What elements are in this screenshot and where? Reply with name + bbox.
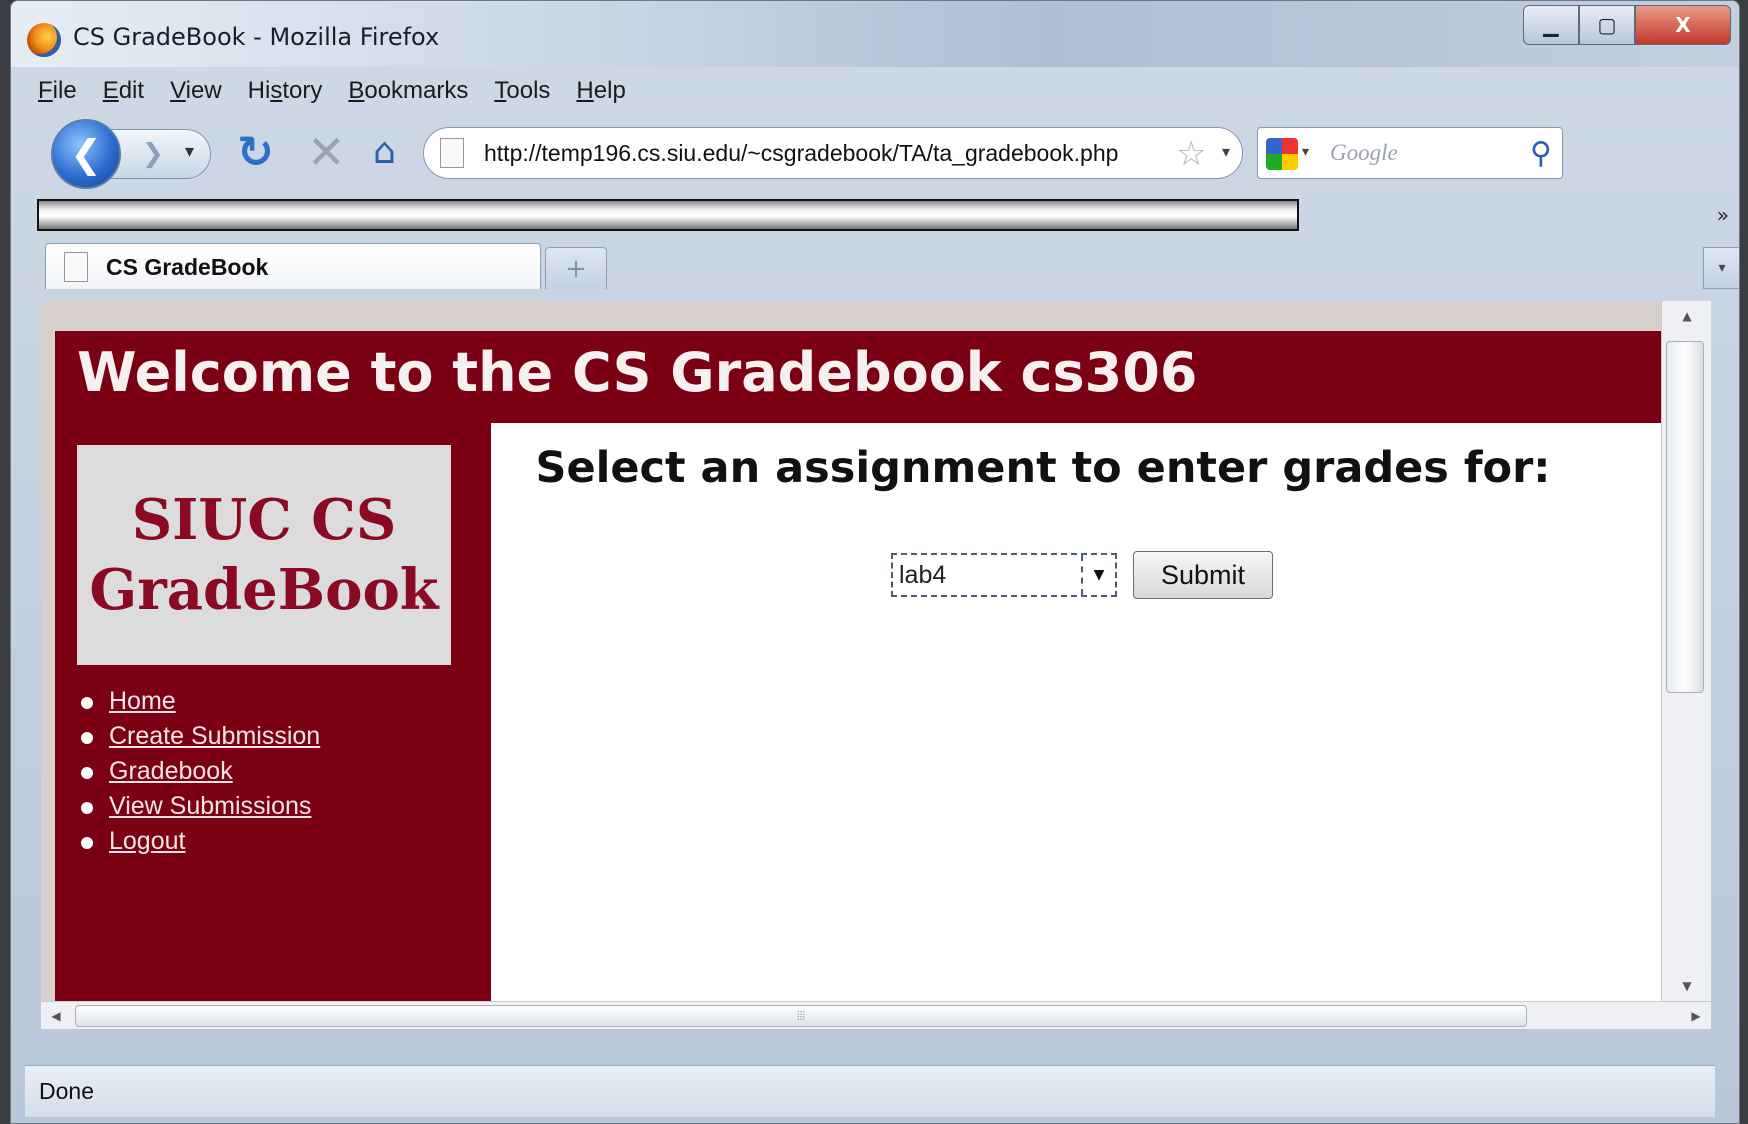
menu-history-accel: s <box>270 77 283 104</box>
bookmarks-toolbar: » <box>25 197 1739 237</box>
assignment-heading: Select an assignment to enter grades for… <box>535 443 1551 493</box>
menu-bookmarks[interactable]: Bookmarks <box>335 73 481 117</box>
nav-link-logout[interactable]: Logout <box>109 827 185 855</box>
horizontal-scrollbar[interactable]: ◀ ⦙⦙⦙ ▶ <box>41 1001 1711 1029</box>
forward-button[interactable]: ❯ <box>111 129 211 179</box>
tab-strip: CS GradeBook + ▾ <box>25 241 1739 289</box>
logo-line-1: SIUC CS <box>131 487 397 553</box>
minimize-button[interactable]: ▁ <box>1523 5 1579 45</box>
menu-file-accel: F <box>38 77 53 104</box>
menu-help-accel: H <box>576 77 594 104</box>
back-button[interactable]: ❮ <box>51 119 121 189</box>
menu-file[interactable]: File <box>25 73 90 117</box>
nav-link-create-submission[interactable]: Create Submission <box>109 722 320 750</box>
window-title: CS GradeBook - Mozilla Firefox <box>73 23 440 51</box>
submit-button[interactable]: Submit <box>1133 551 1273 599</box>
sidebar: SIUC CS GradeBook Home Create Submission… <box>55 423 491 1029</box>
nav-link-view-submissions[interactable]: View Submissions <box>109 792 311 820</box>
tab-list-button[interactable]: ▾ <box>1703 247 1739 289</box>
assignment-select[interactable]: lab4 ▼ <box>891 553 1117 597</box>
page-header: Welcome to the CS Gradebook cs306 <box>55 331 1701 423</box>
page-title: Welcome to the CS Gradebook cs306 <box>77 341 1198 404</box>
google-icon[interactable] <box>1266 138 1298 170</box>
menu-bookmarks-label: ookmarks <box>364 77 469 104</box>
menu-history[interactable]: History <box>235 73 336 117</box>
stop-icon[interactable]: ✕ <box>307 125 346 179</box>
status-text: Done <box>39 1078 94 1104</box>
menu-file-label: ile <box>52 77 77 104</box>
nav-link-gradebook[interactable]: Gradebook <box>109 757 233 785</box>
search-engine-dropdown-icon[interactable]: ▾ <box>1302 144 1309 160</box>
sidebar-item-home: Home <box>79 687 320 722</box>
menu-history-label: tory <box>282 77 323 104</box>
redacted-bookmarks <box>37 199 1299 231</box>
address-bar[interactable]: http://temp196.cs.siu.edu/~csgradebook/T… <box>423 127 1243 179</box>
bookmarks-overflow-icon[interactable]: » <box>1717 203 1729 227</box>
assignment-select-value: lab4 <box>899 561 947 589</box>
search-bar[interactable]: ▾ Google ⚲ <box>1257 127 1563 179</box>
sidebar-item-logout: Logout <box>79 827 320 862</box>
home-icon[interactable]: ⌂ <box>373 131 396 172</box>
menu-tools[interactable]: Tools <box>481 73 563 117</box>
page-viewport: Welcome to the CS Gradebook cs306 SIUC C… <box>41 301 1711 1029</box>
search-icon[interactable]: ⚲ <box>1530 136 1552 171</box>
menu-bookmarks-accel: B <box>348 77 365 104</box>
menu-edit[interactable]: Edit <box>90 73 157 117</box>
window-controls: ▁ ▢ X <box>1523 5 1731 45</box>
chevron-down-icon[interactable]: ▼ <box>1081 555 1115 595</box>
menu-tools-label: ools <box>506 77 551 104</box>
sidebar-item-view-submissions: View Submissions <box>79 792 320 827</box>
sidebar-nav: Home Create Submission Gradebook View Su… <box>79 687 320 862</box>
vertical-scrollbar[interactable]: ▲ ▼ <box>1661 301 1711 1001</box>
nav-link-home[interactable]: Home <box>109 687 176 715</box>
search-input[interactable]: Google <box>1330 140 1398 166</box>
menu-view-accel: V <box>170 77 186 104</box>
menu-edit-label: dit <box>118 77 145 104</box>
tab-page-icon <box>64 252 88 282</box>
menu-history-pre: Hi <box>247 77 271 104</box>
sidebar-item-gradebook: Gradebook <box>79 757 320 792</box>
url-text[interactable]: http://temp196.cs.siu.edu/~csgradebook/T… <box>484 140 1118 167</box>
gradebook-logo: SIUC CS GradeBook <box>77 445 451 665</box>
menu-help-label: elp <box>593 77 626 104</box>
page-icon <box>440 138 464 168</box>
bookmark-star-icon[interactable]: ☆ <box>1176 134 1206 174</box>
scroll-down-icon[interactable]: ▼ <box>1662 971 1711 1001</box>
new-tab-button[interactable]: + <box>545 247 607 289</box>
status-bar: Done <box>25 1065 1715 1117</box>
close-button[interactable]: X <box>1635 5 1731 45</box>
scroll-left-icon[interactable]: ◀ <box>41 1002 71 1029</box>
menu-bar: File Edit View History Bookmarks Tools H… <box>25 73 639 117</box>
reload-icon[interactable]: ↻ <box>237 127 274 178</box>
menu-view-label: iew <box>185 77 222 104</box>
maximize-button[interactable]: ▢ <box>1579 5 1635 45</box>
main-content: Select an assignment to enter grades for… <box>491 423 1661 1029</box>
scroll-up-icon[interactable]: ▲ <box>1662 301 1711 331</box>
logo-line-2: GradeBook <box>89 557 439 623</box>
firefox-logo-icon <box>27 23 61 57</box>
url-dropdown-icon[interactable]: ▾ <box>1222 142 1230 161</box>
horizontal-scroll-thumb[interactable]: ⦙⦙⦙ <box>75 1005 1527 1027</box>
tab-label: CS GradeBook <box>106 254 269 280</box>
scroll-right-icon[interactable]: ▶ <box>1681 1002 1711 1029</box>
menu-edit-accel: E <box>102 77 119 104</box>
navigation-toolbar: ❯ ▾ ❮ ↻ ✕ ⌂ http://temp196.cs.siu.edu/~c… <box>25 113 1739 191</box>
history-dropdown-icon[interactable]: ▾ <box>185 141 194 162</box>
title-bar: CS GradeBook - Mozilla Firefox ▁ ▢ X <box>11 1 1739 67</box>
vertical-scroll-thumb[interactable] <box>1666 341 1704 693</box>
menu-help[interactable]: Help <box>563 73 638 117</box>
assignment-form: lab4 ▼ Submit <box>891 551 1273 599</box>
menu-view[interactable]: View <box>157 73 235 117</box>
tab-cs-gradebook[interactable]: CS GradeBook <box>45 243 541 289</box>
browser-window: CS GradeBook - Mozilla Firefox ▁ ▢ X Fil… <box>10 0 1740 1124</box>
sidebar-item-create-submission: Create Submission <box>79 722 320 757</box>
menu-tools-accel: T <box>494 77 507 104</box>
